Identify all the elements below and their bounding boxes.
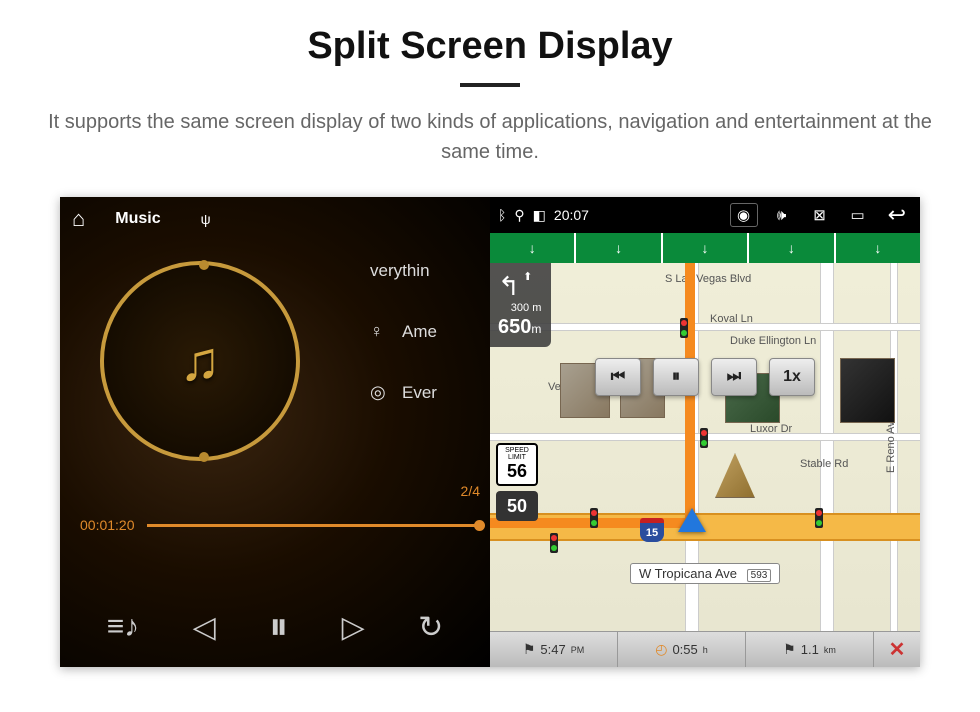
overlay-next-button[interactable]: ⏭ [711, 358, 757, 396]
track-2-label: Ame [402, 322, 437, 342]
traffic-light-5 [550, 533, 558, 553]
progress-row: 00:01:20 [80, 517, 480, 533]
current-speed: 50 [496, 491, 538, 521]
street-koval: Koval Ln [710, 313, 753, 325]
bluetooth-icon: ᛒ [498, 207, 506, 223]
track-row-2[interactable]: ♀ Ame [370, 321, 437, 342]
traffic-light-2 [700, 428, 708, 448]
status-bar: ᛒ ⚲ ◧ 20:07 ◉ 🕪 ⊠ ▭ ↩ [490, 197, 920, 233]
turn-distance-big: 650 [498, 316, 531, 338]
building-black [840, 358, 895, 423]
traffic-light-4 [815, 508, 823, 528]
location-icon: ⚲ [514, 207, 524, 224]
split-screenshot: ⌂ Music ψ ♫ verythin ♀ Ame ◎ Ever [60, 197, 920, 667]
duration-suffix: h [703, 645, 708, 655]
footer-close-button[interactable]: ✕ [874, 632, 920, 667]
speed-limit-sign: SPEED LIMIT 56 [496, 443, 538, 486]
next-track-button[interactable]: ▷ [342, 610, 365, 645]
recent-apps-icon[interactable]: ▭ [844, 203, 872, 227]
elapsed-time: 00:01:20 [80, 517, 135, 533]
distance-value: 1.1 [801, 642, 819, 657]
volume-icon[interactable]: 🕪 [768, 203, 796, 227]
street-duke: Duke Ellington Ln [730, 335, 816, 347]
duration-value: 0:55 [672, 642, 697, 657]
screenshot-icon[interactable]: ◉ [730, 203, 758, 227]
overlay-prev-button[interactable]: ⏮ [595, 358, 641, 396]
music-body: ♫ verythin ♀ Ame ◎ Ever 2/4 00:01:20 [60, 241, 490, 551]
person-icon: ♀ [370, 321, 390, 342]
media-overlay-controls: ⏮ ⏸ ⏭ 1x [595, 358, 815, 396]
usb-icon[interactable]: ψ [201, 211, 211, 227]
wifi-icon: ◧ [533, 207, 546, 224]
traffic-light-1 [680, 318, 688, 338]
speed-limit-label-2: LIMIT [500, 454, 534, 461]
navigation-pane: ᛒ ⚲ ◧ 20:07 ◉ 🕪 ⊠ ▭ ↩ ↓ ↓ ↓ ↓ ↓ [490, 197, 920, 667]
target-icon: ◎ [370, 382, 390, 403]
close-app-icon[interactable]: ⊠ [806, 203, 834, 227]
lane-3: ↓ [663, 233, 749, 263]
clock: 20:07 [554, 207, 589, 223]
traffic-light-3 [590, 508, 598, 528]
page-title: Split Screen Display [0, 0, 980, 68]
road-koval [490, 323, 920, 331]
music-app-label: Music [115, 210, 160, 228]
footer-distance[interactable]: ⚑ 1.1 km [746, 632, 874, 667]
turn-distance-unit: m [531, 322, 541, 336]
street-stable: Stable Rd [800, 458, 848, 470]
street-s-las-vegas: S Las Vegas Blvd [665, 273, 751, 285]
overlay-speed-button[interactable]: 1x [769, 358, 815, 396]
flag-icon-2: ⚑ [783, 641, 796, 658]
turn-distance-small: 300 m [498, 302, 541, 315]
music-topbar: ⌂ Music ψ [60, 197, 490, 241]
street-tropicana: W Tropicana Ave 593 [630, 563, 780, 584]
lane-2: ↓ [576, 233, 662, 263]
flag-icon-1: ⚑ [523, 641, 536, 658]
overlay-pause-button[interactable]: ⏸ [653, 358, 699, 396]
footer-eta[interactable]: ⚑ 5:47 PM [490, 632, 618, 667]
playlist-button[interactable]: ≡♪ [107, 610, 140, 644]
track-1-label: verythin [370, 261, 430, 281]
speed-limit-label-1: SPEED [500, 447, 534, 454]
current-position-arrow [678, 508, 706, 532]
back-icon[interactable]: ↩ [882, 202, 912, 228]
close-icon: ✕ [889, 637, 906, 662]
building-luxor [715, 453, 755, 498]
prev-track-button[interactable]: ◁ [193, 610, 216, 645]
progress-bar[interactable] [147, 524, 481, 527]
street-luxor: Luxor Dr [750, 423, 792, 435]
track-row-3[interactable]: ◎ Ever [370, 382, 437, 403]
street-reno: E Reno Ave [885, 415, 897, 473]
lane-guidance-bar: ↓ ↓ ↓ ↓ ↓ [490, 233, 920, 263]
track-index: 2/4 [461, 483, 480, 499]
music-controls: ≡♪ ◁ ⏸ ▷ ↻ [60, 587, 490, 667]
street-tropicana-text: W Tropicana Ave [639, 566, 737, 581]
music-pane: ⌂ Music ψ ♫ verythin ♀ Ame ◎ Ever [60, 197, 490, 667]
repeat-button[interactable]: ↻ [418, 610, 443, 645]
lane-4: ↓ [749, 233, 835, 263]
pause-button[interactable]: ⏸ [269, 606, 288, 649]
turn-instruction-panel: ↰ ⬆ 300 m 650m [490, 263, 551, 347]
track-list: verythin ♀ Ame ◎ Ever [370, 261, 437, 443]
title-underline [460, 83, 520, 87]
home-icon[interactable]: ⌂ [72, 206, 85, 232]
map-canvas[interactable]: S Las Vegas Blvd Koval Ln Duke Ellington… [490, 263, 920, 631]
eta-suffix: PM [571, 645, 585, 655]
lane-5: ↓ [836, 233, 920, 263]
turn-left-icon: ↰ [498, 271, 520, 302]
music-note-icon: ♫ [179, 329, 220, 393]
distance-unit: km [824, 645, 836, 655]
footer-duration[interactable]: ◴ 0:55 h [618, 632, 746, 667]
lane-1: ↓ [490, 233, 576, 263]
track-3-label: Ever [402, 383, 437, 403]
speed-limit-value: 56 [500, 461, 534, 482]
eta-value: 5:47 [540, 642, 565, 657]
interstate-shield: 15 [640, 518, 664, 542]
clock-icon: ◴ [655, 641, 667, 658]
page-subtitle: It supports the same screen display of t… [40, 107, 940, 167]
nav-footer: ⚑ 5:47 PM ◴ 0:55 h ⚑ 1.1 km ✕ [490, 631, 920, 667]
road-vertical-2 [820, 263, 834, 631]
address-pin: 593 [747, 569, 772, 582]
track-row-1[interactable]: verythin [370, 261, 437, 281]
album-art-circle: ♫ [100, 261, 300, 461]
